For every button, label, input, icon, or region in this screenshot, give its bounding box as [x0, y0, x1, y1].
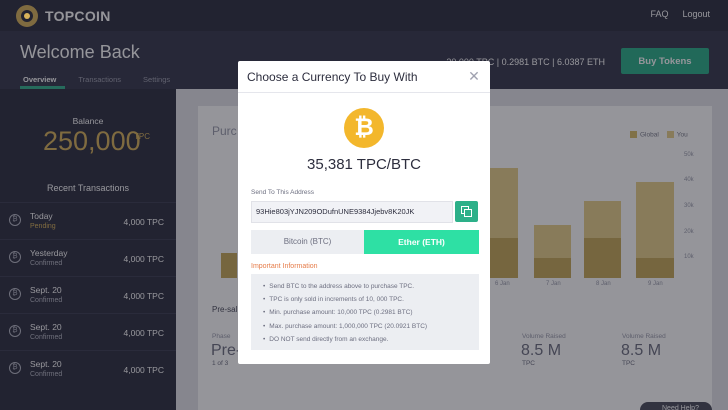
info-box: Send BTC to the address above to purchas… — [251, 274, 479, 350]
info-item: TPC is only sold in increments of 10, 00… — [263, 293, 479, 306]
info-item: Max. purchase amount: 1,000,000 TPC (20.… — [263, 320, 479, 333]
divider — [238, 92, 490, 93]
bitcoin-icon: ₿ — [344, 108, 384, 148]
info-item: Send BTC to the address above to purchas… — [263, 280, 479, 293]
currency-modal: Choose a Currency To Buy With ✕ ₿ 35,381… — [238, 61, 490, 364]
info-item: DO NOT send directly from an exchange. — [263, 333, 479, 346]
close-icon[interactable]: ✕ — [467, 69, 481, 83]
tab-ether[interactable]: Ether (ETH) — [364, 230, 479, 254]
send-address-label: Send To This Address — [251, 189, 314, 196]
address-field[interactable]: 93Hie803jYJN209ODufnUNE9384Jjebv8K20JK — [251, 201, 453, 223]
exchange-rate: 35,381 TPC/BTC — [307, 156, 421, 173]
copy-address-button[interactable] — [455, 201, 478, 222]
important-info-label: Important Information — [251, 263, 318, 270]
modal-title: Choose a Currency To Buy With — [247, 70, 418, 84]
info-item: Min. purchase amount: 10,000 TPC (0.2981… — [263, 306, 479, 319]
tab-bitcoin[interactable]: Bitcoin (BTC) — [251, 230, 364, 254]
